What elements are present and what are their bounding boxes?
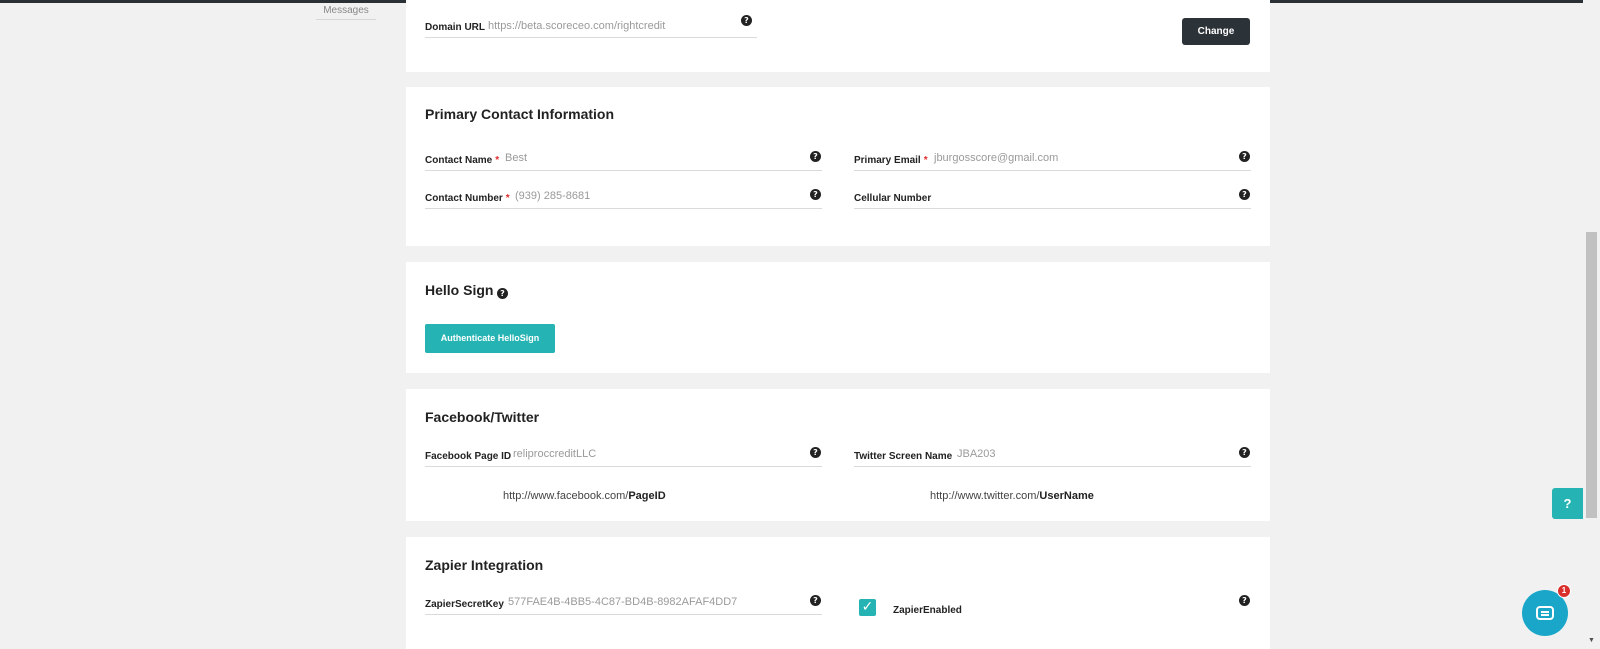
facebook-page-id-label: Facebook Page ID: [425, 451, 512, 462]
zapier-secret-key-label: ZapierSecretKey: [425, 599, 504, 610]
domain-url-field[interactable]: Domain URL https://beta.scoreceo.com/rig…: [425, 16, 757, 38]
primary-email-field[interactable]: Primary Email * jburgosscore@gmail.com: [854, 149, 1251, 171]
help-icon[interactable]: ?: [741, 15, 752, 26]
primary-email-value[interactable]: jburgosscore@gmail.com: [934, 152, 1058, 164]
help-icon[interactable]: ?: [810, 189, 821, 200]
facebook-twitter-card: Facebook/Twitter Facebook Page ID relipr…: [406, 389, 1270, 521]
contact-number-field[interactable]: Contact Number * (939) 285-8681: [425, 187, 822, 209]
help-icon[interactable]: ?: [810, 447, 821, 458]
change-button[interactable]: Change: [1182, 18, 1250, 45]
zapier-card: Zapier Integration ZapierSecretKey 577FA…: [406, 537, 1270, 649]
chat-notification-badge: 1: [1557, 584, 1571, 598]
help-icon[interactable]: ?: [1239, 447, 1250, 458]
checkmark-icon: ✓: [861, 599, 874, 615]
authenticate-hellosign-button[interactable]: Authenticate HelloSign: [425, 324, 555, 353]
primary-email-label: Primary Email *: [854, 155, 928, 166]
help-icon[interactable]: ?: [1239, 595, 1250, 606]
scroll-down-arrow-icon[interactable]: ▼: [1586, 636, 1597, 646]
primary-contact-card: Primary Contact Information Contact Name…: [406, 87, 1270, 246]
domain-card: Domain URL https://beta.scoreceo.com/rig…: [406, 0, 1270, 72]
scrollbar-thumb[interactable]: [1586, 232, 1597, 518]
zapier-enabled-checkbox[interactable]: ✓: [859, 599, 876, 616]
facebook-page-id-field[interactable]: Facebook Page ID reliproccreditLLC: [425, 445, 822, 467]
sidebar-item-messages[interactable]: Messages: [316, 4, 376, 20]
chat-icon: [1536, 606, 1554, 620]
zapier-secret-key-value[interactable]: 577FAE4B-4BB5-4C87-BD4B-8982AFAF4DD7: [508, 596, 737, 608]
help-icon[interactable]: ?: [1239, 151, 1250, 162]
help-icon[interactable]: ?: [810, 595, 821, 606]
primary-contact-title: Primary Contact Information: [425, 106, 615, 122]
help-icon[interactable]: ?: [497, 288, 508, 299]
contact-name-label: Contact Name *: [425, 155, 500, 166]
facebook-url-hint: http://www.facebook.com/PageID: [503, 490, 666, 502]
hello-sign-card: Hello Sign ? Authenticate HelloSign: [406, 262, 1270, 373]
hello-sign-title: Hello Sign: [425, 282, 494, 298]
twitter-screen-name-label: Twitter Screen Name: [854, 451, 953, 462]
contact-name-field[interactable]: Contact Name * Best: [425, 149, 822, 171]
twitter-screen-name-value[interactable]: JBA203: [957, 448, 996, 460]
help-tab-button[interactable]: ?: [1552, 488, 1583, 519]
domain-url-label: Domain URL: [425, 22, 485, 33]
help-icon[interactable]: ?: [810, 151, 821, 162]
facebook-page-id-value[interactable]: reliproccreditLLC: [513, 448, 596, 460]
zapier-title: Zapier Integration: [425, 557, 544, 573]
cellular-number-label: Cellular Number: [854, 193, 932, 204]
zapier-enabled-label: ZapierEnabled: [893, 605, 962, 616]
twitter-url-hint: http://www.twitter.com/UserName: [930, 490, 1094, 502]
domain-url-value[interactable]: https://beta.scoreceo.com/rightcredit: [488, 20, 665, 32]
twitter-screen-name-field[interactable]: Twitter Screen Name JBA203: [854, 445, 1251, 467]
help-icon[interactable]: ?: [1239, 189, 1250, 200]
facebook-twitter-title: Facebook/Twitter: [425, 409, 540, 425]
zapier-secret-key-field[interactable]: ZapierSecretKey 577FAE4B-4BB5-4C87-BD4B-…: [425, 593, 822, 615]
contact-number-value[interactable]: (939) 285-8681: [515, 190, 590, 202]
cellular-number-field[interactable]: Cellular Number: [854, 187, 1251, 209]
contact-name-value[interactable]: Best: [505, 152, 527, 164]
contact-number-label: Contact Number *: [425, 193, 510, 204]
